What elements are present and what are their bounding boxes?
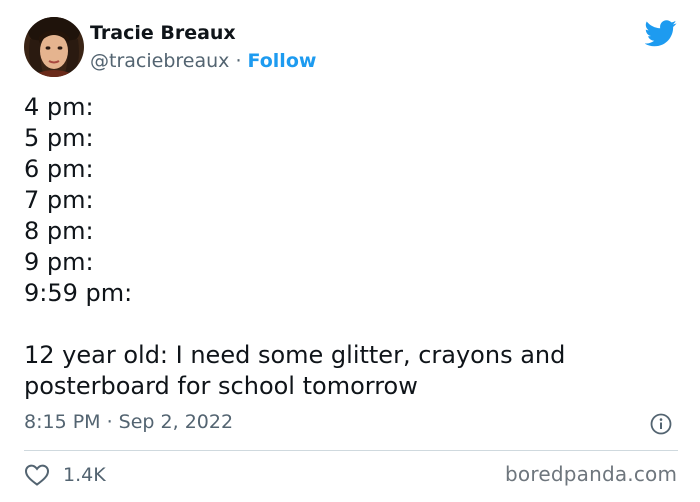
tweet-body: 4 pm: 5 pm: 6 pm: 7 pm: 8 pm: 9 pm: 9:59… [24,92,664,402]
twitter-bird-icon[interactable] [644,20,677,47]
tweet-line: 7 pm: [24,186,94,214]
tweet-message-line: posterboard for school tomorrow [24,372,418,400]
handle-separator: · [229,50,248,72]
heart-icon [24,463,50,487]
info-icon[interactable] [650,413,672,435]
tweet-message-line: 12 year old: I need some glitter, crayon… [24,341,566,369]
follow-button[interactable]: Follow [248,50,317,72]
tweet-line: 4 pm: [24,93,94,121]
tweet-line: 6 pm: [24,155,94,183]
divider [24,450,678,451]
watermark: boredpanda.com [505,462,678,486]
like-count: 1.4K [63,464,106,486]
tweet-card: Tracie Breaux @traciebreaux · Follow 4 p… [0,0,700,502]
author-handle[interactable]: @traciebreaux [90,50,229,72]
like-button[interactable]: 1.4K [24,462,106,488]
tweet-timestamp[interactable]: 8:15 PM · Sep 2, 2022 [24,411,233,433]
tweet-line: 5 pm: [24,124,94,152]
tweet-line: 8 pm: [24,217,94,245]
tweet-line: 9 pm: [24,248,94,276]
author-name[interactable]: Tracie Breaux [90,22,236,44]
avatar[interactable] [24,17,84,77]
author-handle-line: @traciebreaux · Follow [90,50,316,72]
tweet-line: 9:59 pm: [24,279,133,307]
